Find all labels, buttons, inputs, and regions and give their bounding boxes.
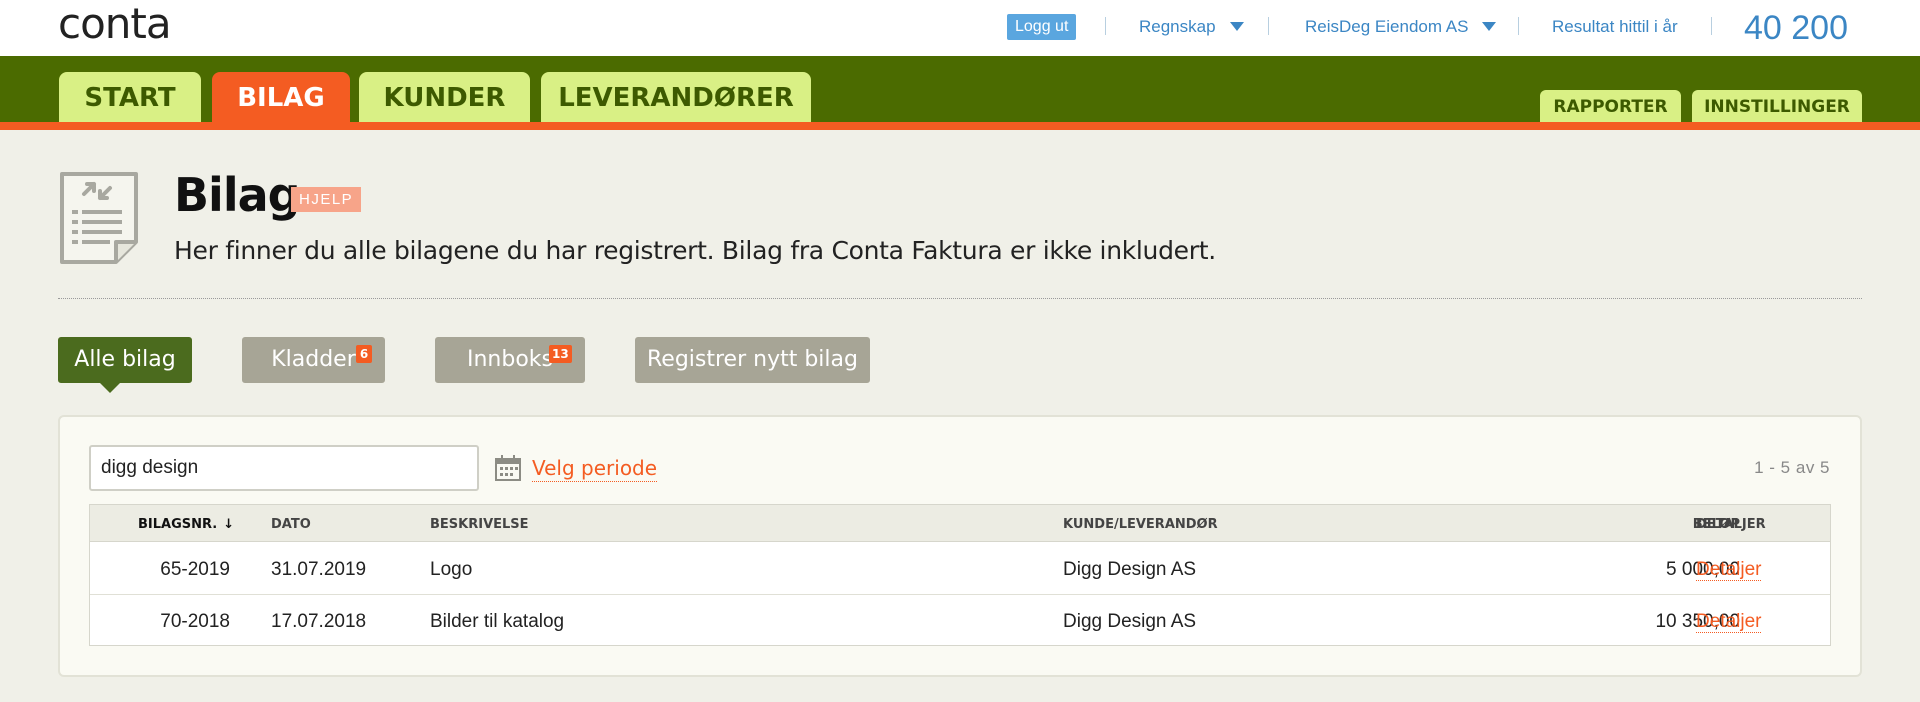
conta-logo[interactable]: conta (58, 2, 172, 46)
inbox-count-badge: 13 (549, 345, 572, 363)
table-row[interactable]: 70-2018 17.07.2018 Bilder til katalog Di… (90, 595, 1830, 647)
tab-rapporter[interactable]: RAPPORTER (1540, 90, 1681, 122)
tab-innstillinger[interactable]: INNSTILLINGER (1692, 90, 1862, 122)
page-subtitle: Her finner du alle bilagene du har regis… (174, 236, 1216, 265)
column-header-detaljer: DETALJER (1696, 517, 1766, 532)
bilag-date: 31.07.2019 (271, 559, 367, 580)
calendar-icon[interactable] (494, 454, 522, 482)
tab-leverandorer[interactable]: LEVERANDØRER (541, 72, 811, 122)
inbox-label: Innboks (466, 347, 553, 372)
document-list-icon (60, 172, 138, 264)
result-link[interactable]: Resultat hittil i år (1552, 16, 1678, 38)
tab-bilag[interactable]: BILAG (212, 72, 350, 122)
separator (1711, 17, 1712, 35)
column-header-dato[interactable]: DATO (271, 517, 311, 532)
top-bar: conta Logg ut Regnskap ReisDeg Eiendom A… (0, 0, 1920, 56)
column-header-beskrivelse[interactable]: BESKRIVELSE (430, 517, 529, 532)
logout-button[interactable]: Logg ut (1007, 14, 1077, 40)
chevron-down-icon (1482, 22, 1497, 32)
drafts-label: Kladder (271, 347, 356, 372)
company-label: ReisDeg Eiendom AS (1305, 17, 1469, 36)
inbox-button[interactable]: Innboks 13 (435, 337, 585, 383)
all-bilag-button[interactable]: Alle bilag (58, 337, 192, 393)
regnskap-dropdown[interactable]: Regnskap (1139, 16, 1244, 38)
separator (1105, 17, 1106, 35)
bilag-party: Digg Design AS (1063, 611, 1197, 632)
drafts-count-badge: 6 (356, 345, 372, 363)
drafts-button[interactable]: Kladder 6 (242, 337, 385, 383)
details-link-label[interactable]: Detaljer (1696, 559, 1762, 581)
page-title: Bilag (174, 168, 301, 222)
nav-accent-line (0, 122, 1920, 130)
result-value: 40 200 (1744, 9, 1848, 47)
divider (58, 298, 1862, 299)
help-button[interactable]: HJELP (291, 187, 362, 212)
chevron-down-icon (1229, 22, 1244, 32)
bilag-party: Digg Design AS (1063, 559, 1197, 580)
select-period-link[interactable]: Velg periode (532, 455, 658, 482)
tab-kunder[interactable]: KUNDER (359, 72, 530, 122)
column-header-bilagsnr[interactable]: BILAGSNR. ↓ (138, 517, 234, 532)
result-count: 1 - 5 av 5 (1754, 458, 1830, 477)
company-dropdown[interactable]: ReisDeg Eiendom AS (1305, 16, 1497, 38)
bilag-date: 17.07.2018 (271, 611, 367, 632)
search-input[interactable] (89, 445, 479, 491)
regnskap-label: Regnskap (1139, 17, 1216, 36)
details-link-label[interactable]: Detaljer (1696, 611, 1762, 633)
separator (1268, 17, 1269, 35)
column-label: BILAGSNR. (138, 517, 218, 532)
register-new-bilag-button[interactable]: Registrer nytt bilag (635, 337, 870, 383)
arrow-down-icon: ↓ (223, 517, 235, 532)
column-header-kunde[interactable]: KUNDE/LEVERANDØR (1063, 517, 1218, 532)
details-link[interactable]: Detaljer (1696, 611, 1762, 633)
table-header: BILAGSNR. ↓ DATO BESKRIVELSE KUNDE/LEVERA… (90, 505, 1830, 542)
bilag-table: BILAGSNR. ↓ DATO BESKRIVELSE KUNDE/LEVERA… (89, 504, 1831, 646)
tab-start[interactable]: START (59, 72, 201, 122)
table-row[interactable]: 65-2019 31.07.2019 Logo Digg Design AS 5… (90, 543, 1830, 595)
bilag-number: 70-2018 (160, 611, 230, 632)
bilag-description: Logo (430, 559, 473, 580)
separator (1518, 17, 1519, 35)
details-link[interactable]: Detaljer (1696, 559, 1762, 581)
bilag-number: 65-2019 (160, 559, 230, 580)
bilag-description: Bilder til katalog (430, 611, 565, 632)
